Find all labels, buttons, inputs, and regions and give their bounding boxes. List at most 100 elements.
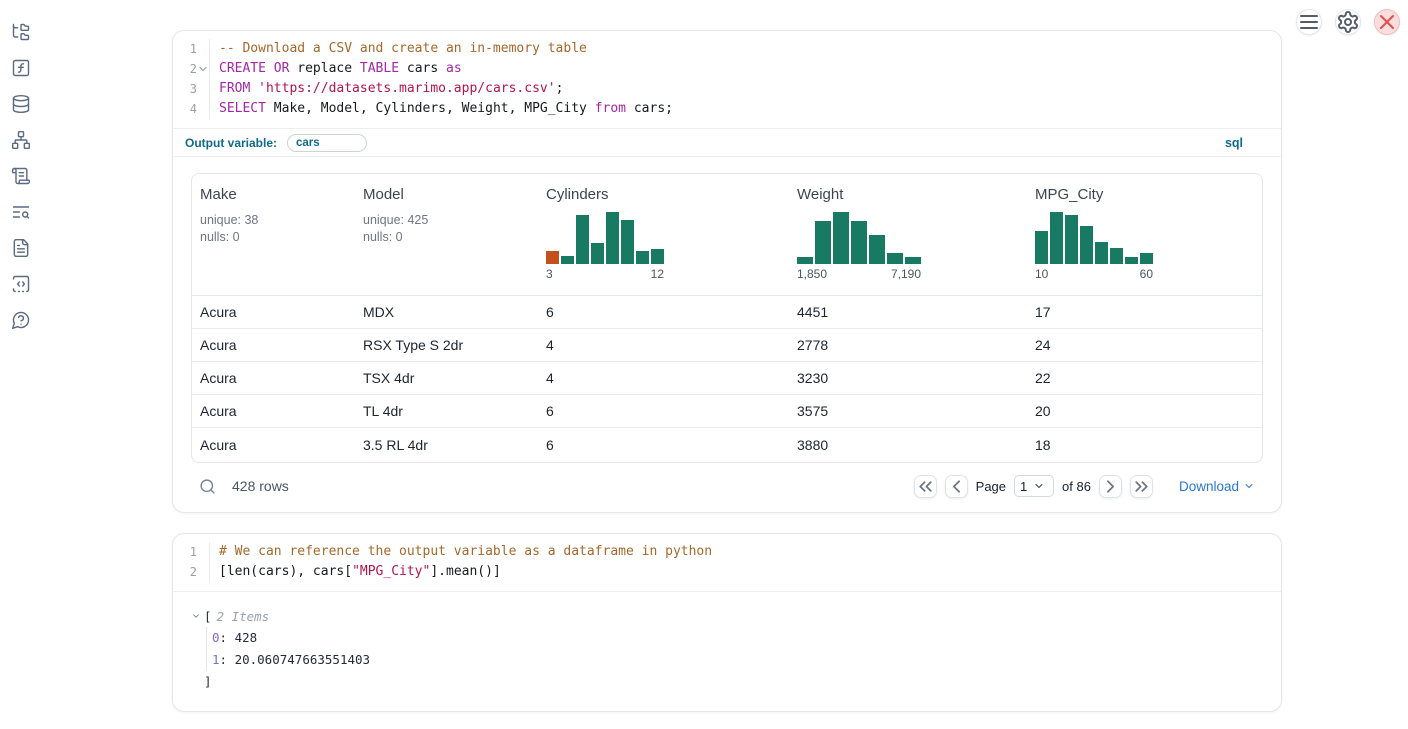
- settings-button[interactable]: [1335, 9, 1361, 35]
- histogram-bar: [636, 251, 649, 264]
- table-header: Makeunique: 38nulls: 0Modelunique: 425nu…: [192, 174, 1262, 296]
- table-cell: Acura: [192, 370, 355, 386]
- fold-slot: [197, 79, 209, 99]
- datasources-icon[interactable]: [11, 94, 31, 114]
- tree-root-line: [ 2 Items: [191, 605, 1281, 627]
- sql-code-editor[interactable]: 1-- Download a CSV and create an in-memo…: [173, 31, 1281, 128]
- snippets-icon[interactable]: [11, 274, 31, 294]
- output-variable-input[interactable]: [287, 134, 367, 152]
- table-cell: 4: [538, 337, 789, 353]
- column-header-cylinders[interactable]: Cylinders 312: [538, 174, 789, 295]
- column-header-model[interactable]: Modelunique: 425nulls: 0: [355, 174, 538, 295]
- close-bracket: ]: [204, 671, 1281, 693]
- code-line: 1# We can reference the output variable …: [173, 542, 1281, 562]
- histogram-bar: [1095, 242, 1108, 264]
- help-icon[interactable]: [11, 310, 31, 330]
- histogram-bar: [1035, 231, 1048, 264]
- histogram-bar: [546, 251, 559, 264]
- histogram-bar: [1065, 215, 1078, 264]
- histogram-bar: [651, 249, 664, 264]
- dependency-graph-icon[interactable]: [11, 130, 31, 150]
- notebook-actions: [1296, 9, 1400, 35]
- chevron-down-icon: [1243, 480, 1255, 492]
- table-row[interactable]: AcuraTSX 4dr4323022: [192, 362, 1262, 395]
- table-row[interactable]: AcuraTL 4dr6357520: [192, 395, 1262, 428]
- file-explorer-icon[interactable]: [11, 22, 31, 42]
- histogram-min-label: 1,850: [797, 267, 827, 281]
- table-cell: Acura: [192, 304, 355, 320]
- table-row[interactable]: AcuraMDX6445117: [192, 296, 1262, 329]
- dataframe-table: Makeunique: 38nulls: 0Modelunique: 425nu…: [191, 173, 1263, 463]
- code-text: FROM 'https://datasets.marimo.app/cars.c…: [209, 79, 1281, 99]
- code-line: 4SELECT Make, Model, Cylinders, Weight, …: [173, 99, 1281, 119]
- python-output: [ 2 Items 0: 4281: 20.060747663551403 ]: [173, 592, 1281, 693]
- tree-item: 0: 428: [212, 627, 1281, 649]
- table-footer: 428 rows Page 1 of 86 Download: [191, 463, 1263, 509]
- sidebar-panel: [0, 22, 42, 330]
- table-cell: 3230: [789, 370, 1027, 386]
- table-row[interactable]: Acura3.5 RL 4dr6388018: [192, 428, 1262, 461]
- column-header-weight[interactable]: Weight1,8507,190: [789, 174, 1027, 295]
- column-header-make[interactable]: Makeunique: 38nulls: 0: [192, 174, 355, 295]
- download-label: Download: [1179, 479, 1239, 494]
- code-text: CREATE OR replace TABLE cars as: [209, 59, 1281, 79]
- histogram-bar: [1080, 226, 1093, 264]
- histogram-bar: [887, 253, 903, 264]
- output-variable-row: Output variable: sql: [173, 128, 1281, 157]
- documentation-icon[interactable]: [11, 238, 31, 258]
- last-page-button[interactable]: [1130, 475, 1153, 498]
- column-name: Make: [200, 186, 355, 203]
- histogram-bar: [576, 215, 589, 264]
- tree-item: 1: 20.060747663551403: [212, 649, 1281, 671]
- table-cell: 18: [1027, 437, 1262, 453]
- download-button[interactable]: Download: [1179, 479, 1255, 494]
- table-cell: 20: [1027, 403, 1262, 419]
- column-name: Cylinders: [546, 186, 789, 203]
- next-page-button[interactable]: [1099, 475, 1122, 498]
- output-variable-label: Output variable:: [185, 136, 277, 150]
- histogram-bar: [905, 257, 921, 264]
- logs-icon[interactable]: [11, 202, 31, 222]
- column-histogram: 1,8507,190: [797, 212, 921, 281]
- table-cell: 3575: [789, 403, 1027, 419]
- table-cell: 6: [538, 304, 789, 320]
- python-code-editor[interactable]: 1# We can reference the output variable …: [173, 534, 1281, 592]
- search-icon[interactable]: [199, 478, 216, 495]
- python-cell: 1# We can reference the output variable …: [172, 533, 1282, 712]
- table-cell: 22: [1027, 370, 1262, 386]
- histogram-min-label: 10: [1035, 267, 1048, 281]
- code-text: # We can reference the output variable a…: [209, 542, 1281, 562]
- histogram-max-label: 12: [651, 267, 664, 281]
- code-text: [len(cars), cars["MPG_City"].mean()]: [209, 562, 1281, 582]
- line-number: 3: [173, 79, 197, 99]
- column-histogram: 312: [546, 212, 664, 281]
- table-cell: 2778: [789, 337, 1027, 353]
- fold-slot: [197, 39, 209, 59]
- table-cell: RSX Type S 2dr: [355, 337, 538, 353]
- close-app-button[interactable]: [1374, 9, 1400, 35]
- outline-icon[interactable]: [11, 166, 31, 186]
- pagination: Page 1 of 86 Download: [914, 475, 1255, 498]
- first-page-button[interactable]: [914, 475, 937, 498]
- table-row[interactable]: AcuraRSX Type S 2dr4277824: [192, 329, 1262, 362]
- table-cell: TL 4dr: [355, 403, 538, 419]
- column-header-mpg_city[interactable]: MPG_City1060: [1027, 174, 1262, 295]
- table-cell: 4451: [789, 304, 1027, 320]
- histogram-bar: [869, 235, 885, 264]
- variables-icon[interactable]: [11, 58, 31, 78]
- table-cell: MDX: [355, 304, 538, 320]
- table-cell: 3880: [789, 437, 1027, 453]
- line-number: 1: [173, 39, 197, 59]
- menu-button[interactable]: [1296, 9, 1322, 35]
- page-select[interactable]: 1: [1014, 475, 1054, 497]
- histogram-bar: [621, 220, 634, 264]
- table-cell: 6: [538, 403, 789, 419]
- histogram-bar: [591, 243, 604, 264]
- fold-marker-icon[interactable]: [197, 59, 209, 79]
- page-select-value: 1: [1020, 479, 1027, 494]
- previous-page-button[interactable]: [945, 475, 968, 498]
- histogram-bar: [1050, 212, 1063, 264]
- tree-item-key: 0: [212, 630, 220, 645]
- column-name: MPG_City: [1035, 186, 1262, 203]
- collapse-caret-icon[interactable]: [191, 611, 201, 621]
